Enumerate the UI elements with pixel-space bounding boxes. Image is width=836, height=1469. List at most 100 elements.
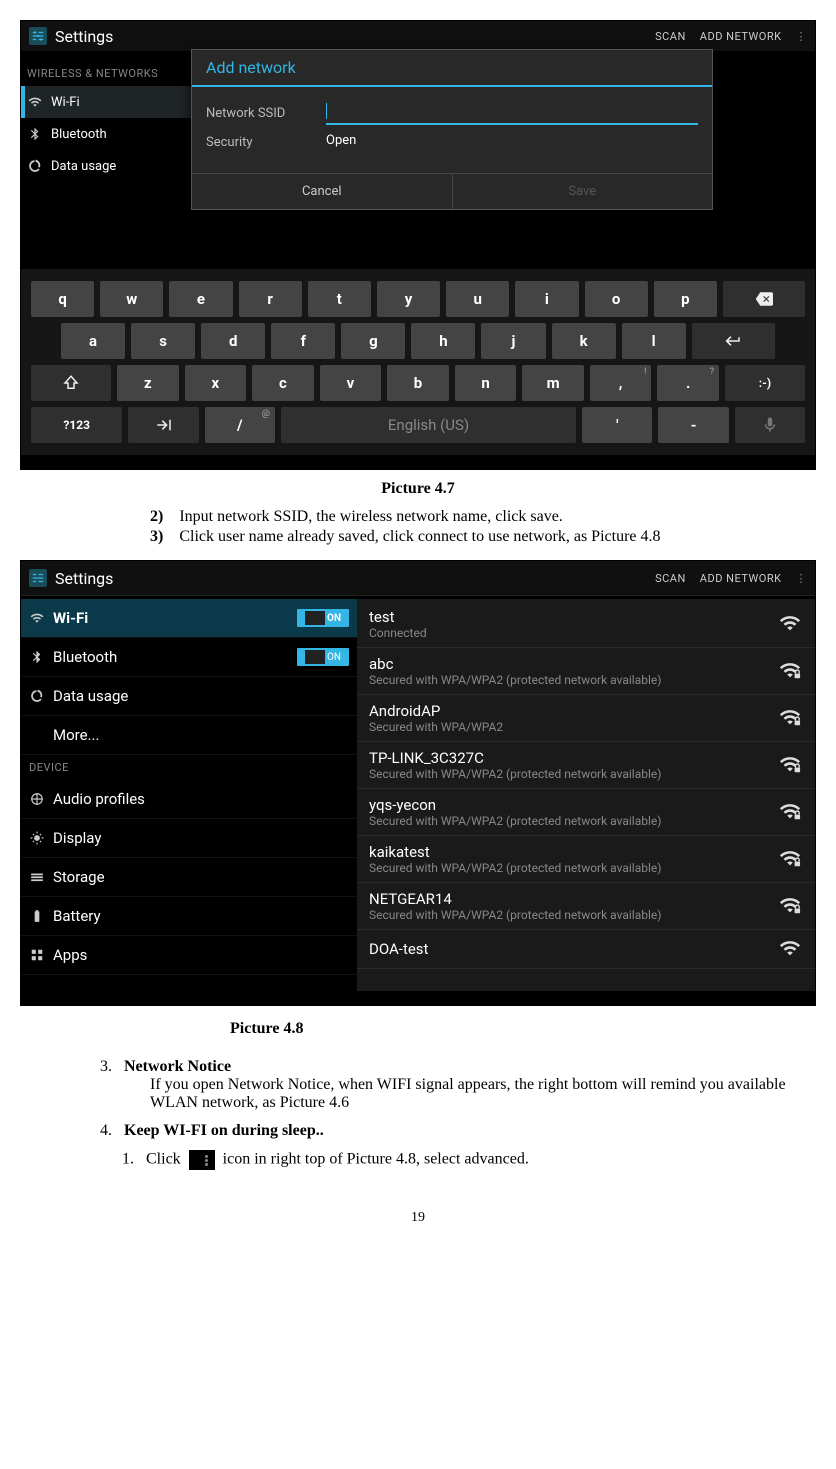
- key-t[interactable]: t: [308, 281, 371, 317]
- wifi-toggle[interactable]: ON: [297, 609, 349, 627]
- ssid-input[interactable]: [326, 101, 698, 125]
- network-status: Secured with WPA/WPA2 (protected network…: [369, 814, 779, 828]
- mic-key[interactable]: [735, 407, 805, 443]
- scan-button[interactable]: SCAN: [655, 572, 686, 585]
- network-name: abc: [369, 655, 779, 673]
- sidebar-item-audio[interactable]: Audio profiles: [21, 780, 357, 819]
- overflow-menu-icon[interactable]: ⋮: [796, 572, 808, 585]
- apostrophe-key[interactable]: ': [582, 407, 652, 443]
- network-row[interactable]: kaikatestSecured with WPA/WPA2 (protecte…: [357, 836, 815, 883]
- sidebar-storage-label: Storage: [53, 868, 105, 886]
- bluetooth-toggle[interactable]: ON: [297, 648, 349, 666]
- key-s[interactable]: s: [131, 323, 195, 359]
- sidebar-item-storage[interactable]: Storage: [21, 858, 357, 897]
- network-name: NETGEAR14: [369, 890, 779, 908]
- sidebar-item-more[interactable]: More...: [21, 716, 357, 755]
- sidebar-item-wifi[interactable]: Wi-Fi ON: [21, 599, 357, 638]
- key-k[interactable]: k: [552, 323, 616, 359]
- step-3-text: Click user name already saved, click con…: [179, 528, 660, 546]
- sidebar-item-bluetooth[interactable]: Bluetooth: [21, 118, 211, 150]
- key-x[interactable]: x: [185, 365, 247, 401]
- wifi-lock-icon: [779, 706, 803, 730]
- sub-1-num: 1.: [122, 1151, 134, 1168]
- item-3-body: If you open Network Notice, when WIFI si…: [100, 1076, 786, 1112]
- sidebar-more-label: More...: [53, 726, 99, 744]
- key-z[interactable]: z: [117, 365, 179, 401]
- key-w[interactable]: w: [100, 281, 163, 317]
- add-network-button[interactable]: ADD NETWORK: [700, 30, 782, 43]
- save-button[interactable]: Save: [453, 174, 713, 209]
- sidebar-item-bluetooth[interactable]: Bluetooth ON: [21, 638, 357, 677]
- key-n[interactable]: n: [455, 365, 517, 401]
- key-p[interactable]: p: [654, 281, 717, 317]
- key-y[interactable]: y: [377, 281, 440, 317]
- dash-key[interactable]: -: [658, 407, 728, 443]
- step-2-text: Input network SSID, the wireless network…: [179, 508, 562, 526]
- settings-icon: [29, 27, 47, 45]
- sub-1-post: icon in right top of Picture 4.8, select: [223, 1151, 461, 1168]
- key-b[interactable]: b: [387, 365, 449, 401]
- sidebar-item-display[interactable]: Display: [21, 819, 357, 858]
- symbols-key[interactable]: ?123: [31, 407, 122, 443]
- key-h[interactable]: h: [411, 323, 475, 359]
- key-v[interactable]: v: [320, 365, 382, 401]
- bluetooth-icon: [29, 649, 45, 665]
- security-dropdown[interactable]: Open: [326, 131, 698, 153]
- tab-key[interactable]: [128, 407, 198, 443]
- sidebar-item-data-usage[interactable]: Data usage: [21, 150, 211, 182]
- network-name: AndroidAP: [369, 702, 779, 720]
- key-m[interactable]: m: [522, 365, 584, 401]
- sidebar-audio-label: Audio profiles: [53, 790, 145, 808]
- sub-1-end: .: [525, 1151, 529, 1168]
- wifi-signal-icon: [779, 937, 803, 961]
- add-network-button[interactable]: ADD NETWORK: [700, 572, 782, 585]
- apps-icon: [29, 947, 45, 963]
- key-u[interactable]: u: [446, 281, 509, 317]
- network-status: Secured with WPA/WPA2 (protected network…: [369, 767, 779, 781]
- app-title: Settings: [55, 27, 113, 46]
- overflow-menu-icon[interactable]: ⋮: [796, 30, 808, 43]
- display-icon: [29, 830, 45, 846]
- network-row[interactable]: testConnected: [357, 601, 815, 648]
- network-row[interactable]: NETGEAR14Secured with WPA/WPA2 (protecte…: [357, 883, 815, 930]
- network-status: Secured with WPA/WPA2 (protected network…: [369, 908, 779, 922]
- key-f[interactable]: f: [271, 323, 335, 359]
- key-d[interactable]: d: [201, 323, 265, 359]
- key-.[interactable]: .?: [657, 365, 719, 401]
- key-g[interactable]: g: [341, 323, 405, 359]
- sidebar-item-wifi[interactable]: Wi-Fi: [21, 86, 211, 118]
- key-a[interactable]: a: [61, 323, 125, 359]
- key-l[interactable]: l: [622, 323, 686, 359]
- key-,[interactable]: ,!: [590, 365, 652, 401]
- network-row[interactable]: AndroidAPSecured with WPA/WPA2: [357, 695, 815, 742]
- sidebar-item-apps[interactable]: Apps: [21, 936, 357, 975]
- sidebar-item-battery[interactable]: Battery: [21, 897, 357, 936]
- enter-key[interactable]: [692, 323, 775, 359]
- sidebar-display-label: Display: [53, 829, 101, 847]
- cancel-button[interactable]: Cancel: [192, 174, 453, 209]
- battery-icon: [29, 908, 45, 924]
- key-o[interactable]: o: [585, 281, 648, 317]
- key-r[interactable]: r: [239, 281, 302, 317]
- network-name: DOA-test: [369, 940, 779, 958]
- data-usage-icon: [29, 688, 45, 704]
- security-label: Security: [206, 135, 326, 150]
- sidebar-item-data-usage[interactable]: Data usage: [21, 677, 357, 716]
- scan-button[interactable]: SCAN: [655, 30, 686, 43]
- key-i[interactable]: i: [515, 281, 578, 317]
- spacebar[interactable]: English (US): [281, 407, 576, 443]
- sub-1-pre: Click: [146, 1151, 181, 1168]
- smiley-key[interactable]: :-): [725, 365, 805, 401]
- shift-key[interactable]: [31, 365, 111, 401]
- network-row[interactable]: TP-LINK_3C327CSecured with WPA/WPA2 (pro…: [357, 742, 815, 789]
- key-c[interactable]: c: [252, 365, 314, 401]
- key-j[interactable]: j: [481, 323, 545, 359]
- network-row[interactable]: abcSecured with WPA/WPA2 (protected netw…: [357, 648, 815, 695]
- key-e[interactable]: e: [169, 281, 232, 317]
- network-row[interactable]: yqs-yeconSecured with WPA/WPA2 (protecte…: [357, 789, 815, 836]
- wifi-lock-icon: [779, 753, 803, 777]
- slash-key[interactable]: /@: [205, 407, 275, 443]
- backspace-key[interactable]: [723, 281, 805, 317]
- key-q[interactable]: q: [31, 281, 94, 317]
- network-row[interactable]: DOA-test: [357, 930, 815, 969]
